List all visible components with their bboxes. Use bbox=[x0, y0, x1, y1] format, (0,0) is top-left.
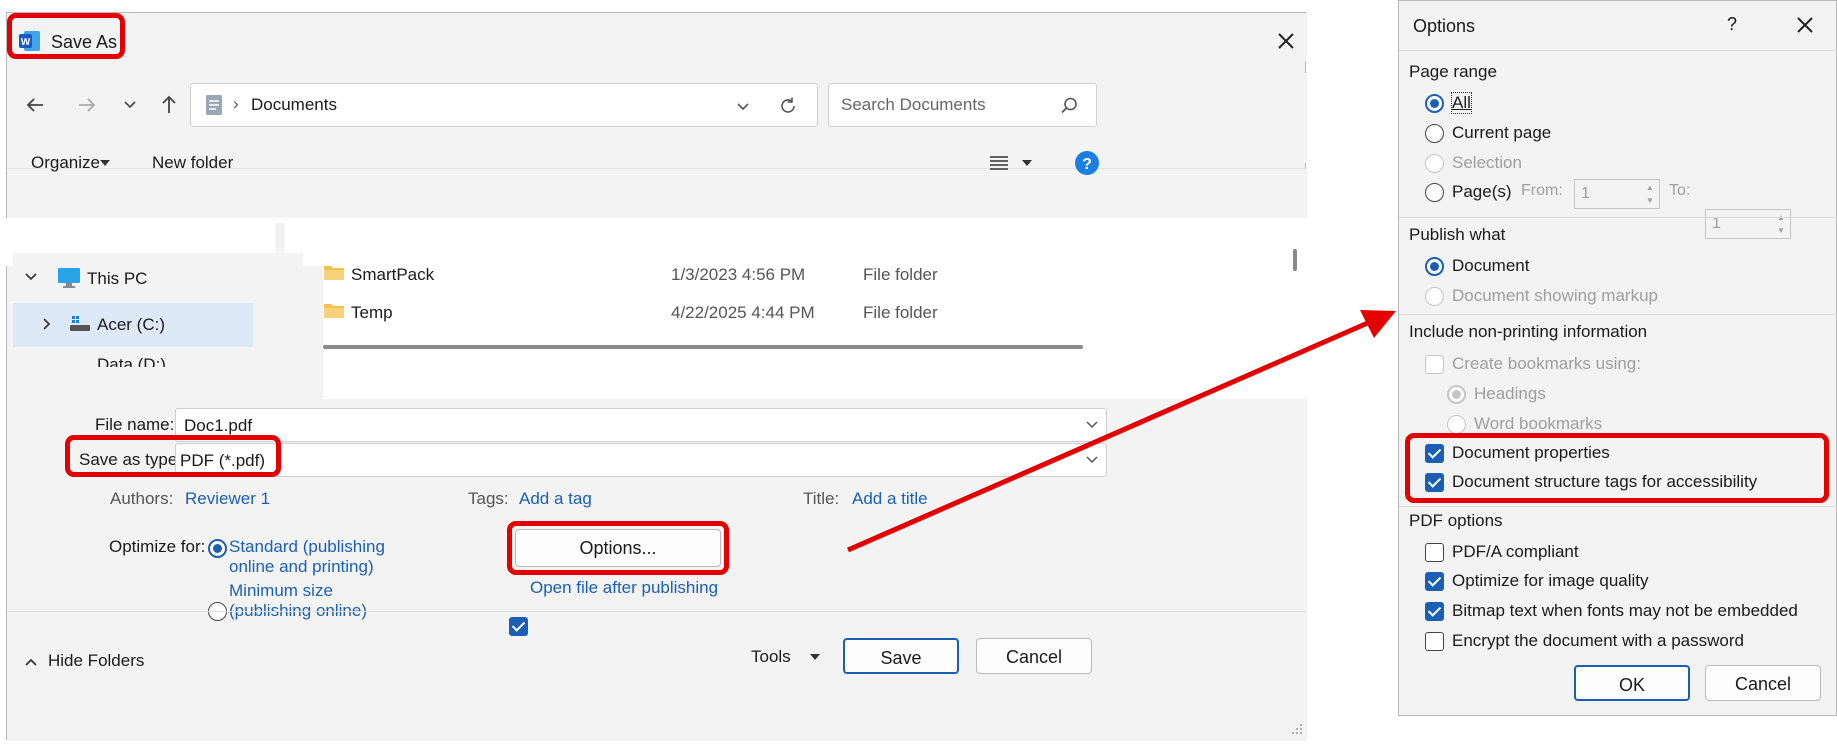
radio-document-button[interactable] bbox=[1425, 256, 1444, 276]
radio-headings-button bbox=[1447, 384, 1466, 404]
bitmap-checkbox-box[interactable] bbox=[1425, 601, 1444, 621]
radio-all-label: All bbox=[1451, 92, 1472, 114]
close-icon[interactable] bbox=[1793, 13, 1817, 37]
radio-pages[interactable]: Page(s) bbox=[1425, 182, 1512, 202]
radio-word-bookmarks-button bbox=[1447, 414, 1466, 434]
radio-document-label: Document bbox=[1452, 256, 1530, 275]
radio-current-button[interactable] bbox=[1425, 123, 1444, 143]
pdfa-checkbox[interactable]: PDF/A compliant bbox=[1425, 542, 1579, 562]
page-range-heading: Page range bbox=[1409, 62, 1497, 81]
to-spinner: 1 bbox=[1705, 209, 1791, 239]
divider bbox=[1399, 217, 1837, 218]
divider bbox=[1399, 314, 1837, 315]
from-spinner: 1 bbox=[1574, 179, 1660, 209]
divider bbox=[1399, 506, 1837, 507]
divider bbox=[1399, 50, 1837, 51]
highlight-accessibility-options bbox=[1405, 433, 1829, 503]
radio-markup: Document showing markup bbox=[1425, 286, 1658, 306]
bookmarks-checkbox: Create bookmarks using: bbox=[1425, 354, 1641, 374]
radio-headings-label: Headings bbox=[1474, 384, 1546, 403]
radio-document[interactable]: Document bbox=[1425, 256, 1529, 276]
radio-pages-label: Page(s) bbox=[1452, 182, 1512, 201]
image-quality-label: Optimize for image quality bbox=[1452, 571, 1649, 590]
options-cancel-button[interactable]: Cancel bbox=[1705, 665, 1821, 701]
radio-pages-button[interactable] bbox=[1425, 182, 1444, 202]
bookmarks-checkbox-box bbox=[1425, 354, 1444, 374]
radio-all[interactable]: All bbox=[1425, 92, 1472, 114]
pdfa-label: PDF/A compliant bbox=[1452, 542, 1579, 561]
radio-headings: Headings bbox=[1447, 384, 1546, 404]
from-label: From: bbox=[1521, 182, 1563, 199]
encrypt-checkbox[interactable]: Encrypt the document with a password bbox=[1425, 631, 1744, 651]
bookmarks-label: Create bookmarks using: bbox=[1452, 354, 1641, 373]
publish-what-heading: Publish what bbox=[1409, 225, 1506, 244]
radio-current-page[interactable]: Current page bbox=[1425, 123, 1551, 143]
encrypt-label: Encrypt the document with a password bbox=[1452, 631, 1744, 650]
radio-selection: Selection bbox=[1425, 153, 1522, 173]
bitmap-checkbox[interactable]: Bitmap text when fonts may not be embedd… bbox=[1425, 601, 1798, 621]
image-quality-checkbox-box[interactable] bbox=[1425, 571, 1444, 591]
radio-markup-button bbox=[1425, 286, 1444, 306]
options-title: Options bbox=[1413, 16, 1476, 36]
encrypt-checkbox-box[interactable] bbox=[1425, 631, 1444, 651]
pdfa-checkbox-box[interactable] bbox=[1425, 542, 1444, 562]
non-printing-heading: Include non-printing information bbox=[1409, 322, 1648, 341]
to-label: To: bbox=[1669, 182, 1691, 199]
image-quality-checkbox[interactable]: Optimize for image quality bbox=[1425, 571, 1649, 591]
bitmap-label: Bitmap text when fonts may not be embedd… bbox=[1452, 601, 1798, 620]
radio-word-bookmarks: Word bookmarks bbox=[1447, 414, 1602, 434]
options-help-icon[interactable]: ? bbox=[1727, 14, 1737, 35]
radio-current-label: Current page bbox=[1452, 123, 1552, 142]
radio-markup-label: Document showing markup bbox=[1452, 286, 1658, 305]
ok-button[interactable]: OK bbox=[1574, 665, 1690, 701]
radio-all-button[interactable] bbox=[1425, 93, 1444, 113]
options-dialog: Options ? Page range All Current page Se… bbox=[1398, 0, 1837, 716]
radio-selection-label: Selection bbox=[1452, 153, 1522, 172]
pdf-options-heading: PDF options bbox=[1409, 511, 1503, 530]
radio-word-bookmarks-label: Word bookmarks bbox=[1474, 414, 1603, 433]
radio-selection-button bbox=[1425, 153, 1444, 173]
